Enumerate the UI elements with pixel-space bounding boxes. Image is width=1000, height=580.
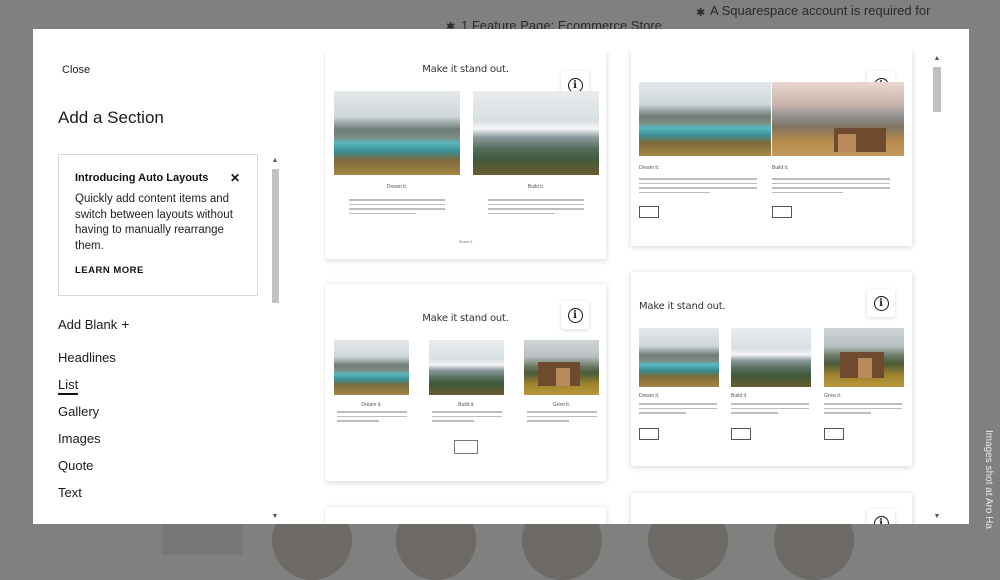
- previews-scrollbar-thumb[interactable]: [933, 67, 941, 112]
- previews-scrollbar[interactable]: ▲ ▼: [932, 55, 942, 521]
- category-label: Gallery: [58, 404, 100, 419]
- card-caption: Build it.: [772, 165, 789, 171]
- preview-image: [824, 328, 904, 387]
- category-label: List: [58, 377, 79, 395]
- section-previews: Make it stand out. i Dream it. Build it.…: [324, 51, 924, 524]
- preview-image: [334, 91, 460, 175]
- placeholder-text: [731, 403, 809, 417]
- preview-image: [639, 328, 719, 387]
- preview-image: [334, 340, 409, 395]
- background-bullet-text: A Squarespace account is required for: [710, 3, 931, 18]
- placeholder-button: [731, 428, 751, 440]
- preview-image: [429, 340, 504, 395]
- category-item-list[interactable]: List: [58, 377, 116, 404]
- info-button[interactable]: i: [867, 509, 895, 524]
- layout-preview-card[interactable]: Make it stand out. i Dream it. Build it.…: [325, 284, 606, 481]
- card-caption: Build it.: [731, 393, 748, 399]
- sidebar: Introducing Auto Layouts ✕ Quickly add c…: [58, 154, 284, 524]
- category-list: Headlines List Gallery Images Quote Text: [58, 350, 116, 512]
- auto-layouts-promo: Introducing Auto Layouts ✕ Quickly add c…: [58, 154, 258, 296]
- modal-title: Add a Section: [58, 108, 164, 127]
- card-link: Share it: [458, 239, 473, 244]
- card-caption: Grow it.: [552, 402, 571, 408]
- preview-image: [473, 91, 599, 175]
- placeholder-text: [824, 403, 902, 417]
- placeholder-button: [824, 428, 844, 440]
- promo-title: Introducing Auto Layouts: [75, 172, 209, 184]
- card-caption: Dream it.: [639, 393, 660, 399]
- info-icon: i: [873, 295, 889, 311]
- close-button[interactable]: Close: [62, 64, 90, 76]
- placeholder-text: [639, 403, 717, 417]
- placeholder-text: [349, 199, 445, 217]
- placeholder-button: [639, 206, 659, 218]
- layout-preview-card[interactable]: Make it stand out. i Dream it. Build it.…: [631, 272, 912, 466]
- card-caption: Grow it.: [824, 393, 842, 399]
- placeholder-button: [639, 428, 659, 440]
- layout-preview-card[interactable]: [325, 507, 606, 524]
- preview-image: [639, 82, 771, 156]
- category-label: Headlines: [58, 350, 116, 365]
- info-icon: i: [567, 307, 583, 323]
- promo-body: Quickly add content items and switch bet…: [75, 193, 233, 252]
- category-item-headlines[interactable]: Headlines: [58, 350, 116, 377]
- category-label: Images: [58, 431, 101, 446]
- add-blank-button[interactable]: Add Blank +: [58, 316, 129, 332]
- card-caption: Dream it.: [386, 184, 408, 190]
- scroll-down-arrow-icon[interactable]: ▼: [270, 513, 280, 521]
- scroll-up-arrow-icon[interactable]: ▲: [270, 157, 280, 165]
- plus-icon: +: [121, 316, 130, 332]
- add-section-modal: Close Add a Section Introducing Auto Lay…: [33, 29, 969, 524]
- scroll-up-arrow-icon[interactable]: ▲: [932, 55, 942, 63]
- category-item-images[interactable]: Images: [58, 431, 116, 458]
- learn-more-link[interactable]: LEARN MORE: [75, 265, 144, 276]
- info-button[interactable]: i: [867, 289, 895, 317]
- layout-preview-card[interactable]: i Dream it. Build it.: [631, 51, 912, 246]
- category-item-quote[interactable]: Quote: [58, 458, 116, 485]
- sidebar-scrollbar[interactable]: ▲ ▼: [270, 157, 280, 521]
- info-button[interactable]: i: [561, 301, 589, 329]
- category-label: Text: [58, 485, 82, 500]
- placeholder-button: [772, 206, 792, 218]
- side-caption: Images shot at Aro Ha: [983, 430, 994, 529]
- placeholder-text: [337, 411, 407, 425]
- placeholder-text: [527, 411, 597, 425]
- placeholder-text: [639, 178, 757, 196]
- category-label: Quote: [58, 458, 94, 473]
- placeholder-button: [454, 440, 478, 454]
- preview-image: [772, 82, 904, 156]
- category-item-gallery[interactable]: Gallery: [58, 404, 116, 431]
- placeholder-text: [432, 411, 502, 425]
- card-heading: Make it stand out.: [639, 301, 726, 312]
- promo-close-icon[interactable]: ✕: [230, 171, 240, 185]
- info-icon: i: [873, 515, 889, 524]
- placeholder-text: [772, 178, 890, 196]
- card-caption: Dream it.: [361, 402, 382, 408]
- layout-preview-card[interactable]: Make it stand out. i Dream it. Build it.…: [325, 51, 606, 259]
- preview-image: [524, 340, 599, 395]
- bullet-icon: ✱: [696, 7, 706, 19]
- category-item-text[interactable]: Text: [58, 485, 116, 512]
- layout-preview-card[interactable]: i: [631, 493, 912, 524]
- background-image: [162, 524, 242, 555]
- scroll-down-arrow-icon[interactable]: ▼: [932, 513, 942, 521]
- preview-image: [731, 328, 811, 387]
- card-caption: Build it.: [458, 402, 475, 408]
- add-blank-label: Add Blank: [58, 317, 118, 332]
- card-caption: Dream it.: [639, 165, 660, 171]
- sidebar-scrollbar-thumb[interactable]: [272, 169, 279, 303]
- placeholder-text: [488, 199, 584, 217]
- card-caption: Build it.: [527, 184, 545, 190]
